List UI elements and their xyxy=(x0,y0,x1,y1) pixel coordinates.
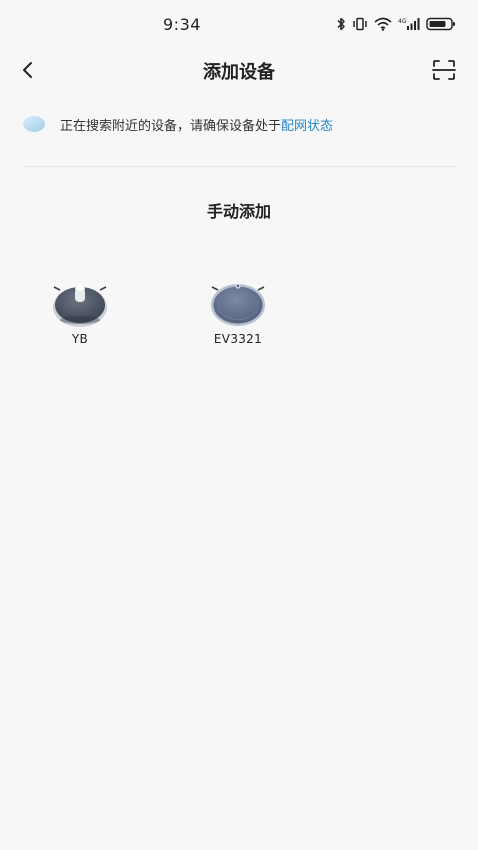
robot-vacuum-icon xyxy=(211,283,265,326)
scan-button[interactable] xyxy=(430,56,458,84)
search-notice-text: 正在搜索附近的设备，请确保设备处于 xyxy=(60,118,282,134)
svg-text:4G: 4G xyxy=(398,18,407,25)
status-icons: 4G xyxy=(336,16,456,32)
searching-icon xyxy=(23,116,45,132)
bluetooth-icon xyxy=(336,17,346,31)
search-notice: 正在搜索附近的设备，请确保设备处于 配网状态 xyxy=(22,112,456,136)
device-label: EV3321 xyxy=(213,332,263,346)
manual-add-title: 手动添加 xyxy=(206,202,271,221)
nav-bar: 添加设备 xyxy=(0,48,478,92)
device-item-yb[interactable]: YB xyxy=(30,276,130,346)
vibrate-icon xyxy=(352,17,368,31)
status-bar: 9:34 4G xyxy=(0,0,478,48)
battery-icon xyxy=(426,17,456,31)
robot-vacuum-icon xyxy=(53,286,107,327)
page-title: 添加设备 xyxy=(203,62,275,83)
scan-icon xyxy=(432,60,456,80)
device-label: YB xyxy=(71,332,89,346)
pairing-mode-link[interactable]: 配网状态 xyxy=(281,115,333,134)
status-time: 9:34 xyxy=(163,15,201,34)
wifi-icon xyxy=(374,17,392,31)
divider xyxy=(22,166,456,167)
cellular-signal-icon: 4G xyxy=(398,17,420,31)
device-item-ev3321[interactable]: EV3321 xyxy=(188,276,288,346)
